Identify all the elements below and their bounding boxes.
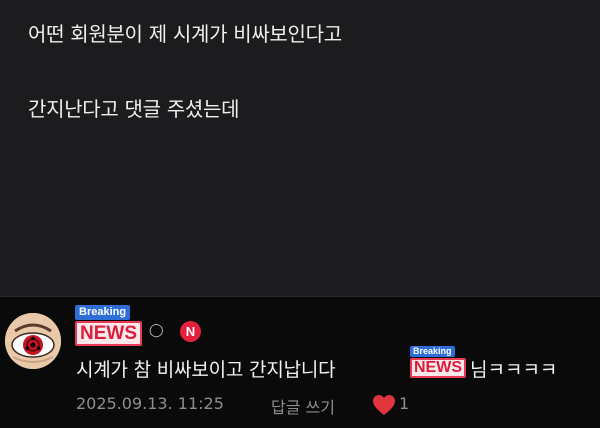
comment-suffix: 님ㅋㅋㅋㅋ — [470, 359, 558, 381]
like-count: 1 — [399, 394, 410, 413]
reply-button[interactable]: 답글 쓰기 — [271, 394, 335, 418]
badge-breaking-label: Breaking — [75, 305, 131, 320]
post-text-line-1: 어떤 회원분이 제 시계가 비싸보인다고 — [28, 22, 342, 46]
mention-news-badge[interactable]: Breaking NEWS — [410, 346, 470, 380]
post-body: 어떤 회원분이 제 시계가 비싸보인다고 간지난다고 댓글 주셨는데 — [0, 0, 600, 296]
username-news-badge[interactable]: Breaking NEWS ◯ — [75, 305, 164, 346]
mention-badge-news-label: NEWS — [410, 358, 466, 378]
mention-badge-breaking-label: Breaking — [410, 346, 455, 357]
post-text-line-2: 간지난다고 댓글 주셨는데 — [28, 97, 240, 121]
comment-text: 시계가 참 비싸보이고 간지납니다 — [76, 359, 336, 381]
sharingan-eye-icon — [5, 313, 61, 369]
comment-date: 2025.09.13. 11:25 — [76, 394, 224, 413]
avatar[interactable] — [5, 313, 61, 369]
heart-icon[interactable] — [372, 394, 396, 416]
new-badge: N — [180, 321, 201, 342]
divider — [0, 296, 600, 297]
medal-icon: ◯ — [149, 323, 164, 338]
badge-news-label: NEWS — [75, 321, 142, 346]
